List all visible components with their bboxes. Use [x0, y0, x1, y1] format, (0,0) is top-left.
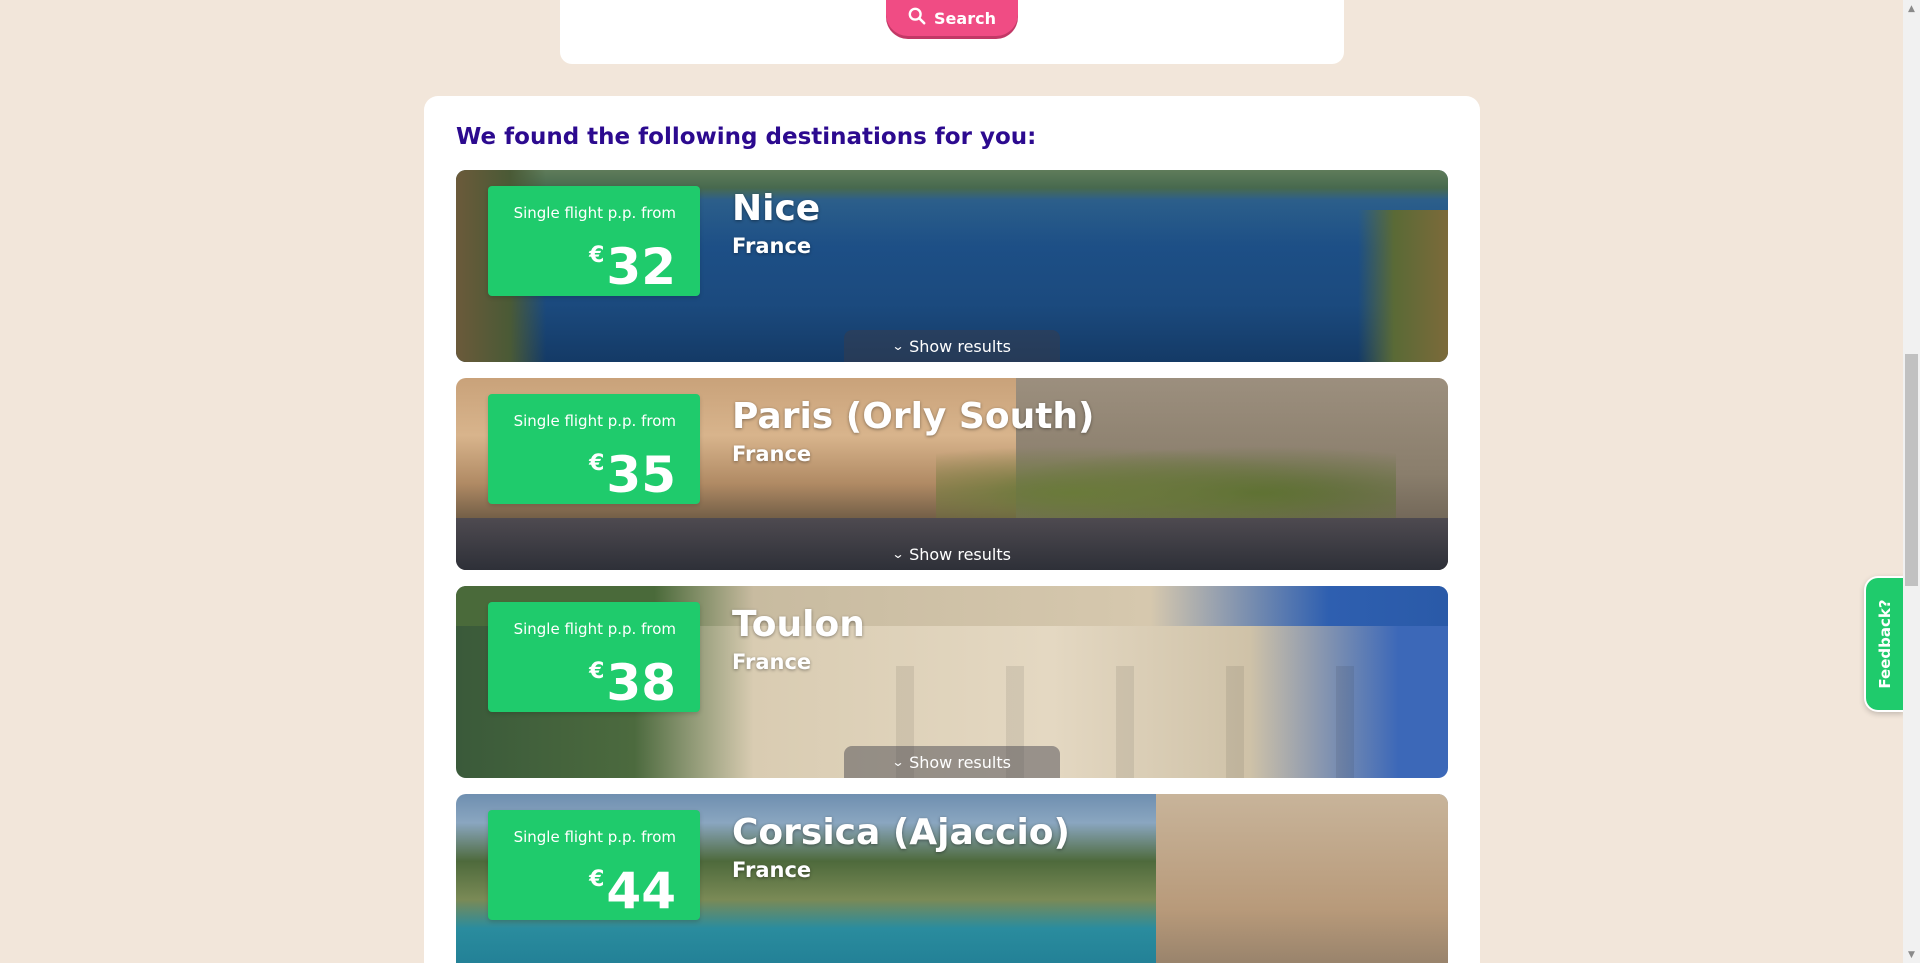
price-value: €32: [589, 238, 676, 296]
destination-country: France: [732, 858, 812, 882]
chevron-down-icon: ⌄: [891, 339, 905, 353]
destination-city: Nice: [732, 188, 821, 229]
price-badge: Single flight p.p. from €32: [488, 186, 700, 296]
price-badge: Single flight p.p. from €44: [488, 810, 700, 920]
chevron-down-icon: ⌄: [891, 547, 905, 561]
destination-city: Corsica (Ajaccio): [732, 812, 1070, 853]
destination-city: Toulon: [732, 604, 865, 645]
scroll-down-icon[interactable]: ▼: [1903, 946, 1920, 963]
search-button[interactable]: Search: [886, 0, 1018, 36]
destination-country: France: [732, 650, 812, 674]
show-results-button[interactable]: ⌄ Show results: [844, 538, 1060, 570]
price-badge: Single flight p.p. from €38: [488, 602, 700, 712]
search-button-label: Search: [934, 8, 996, 28]
destination-card-toulon[interactable]: Single flight p.p. from €38 Toulon Franc…: [456, 586, 1448, 778]
feedback-tab[interactable]: Feedback?: [1864, 576, 1904, 712]
scroll-up-icon[interactable]: ▲: [1903, 0, 1920, 17]
feedback-label: Feedback?: [1876, 599, 1894, 689]
destination-card-nice[interactable]: Single flight p.p. from €32 Nice France …: [456, 170, 1448, 362]
destination-card-corsica[interactable]: Single flight p.p. from €44 Corsica (Aja…: [456, 794, 1448, 963]
price-label: Single flight p.p. from: [513, 620, 676, 638]
price-badge: Single flight p.p. from €35: [488, 394, 700, 504]
price-value: €35: [589, 446, 676, 504]
price-label: Single flight p.p. from: [513, 412, 676, 430]
destination-card-paris[interactable]: Single flight p.p. from €35 Paris (Orly …: [456, 378, 1448, 570]
results-title: We found the following destinations for …: [456, 124, 1037, 150]
scrollbar[interactable]: ▲ ▼: [1903, 0, 1920, 963]
price-label: Single flight p.p. from: [513, 828, 676, 846]
price-label: Single flight p.p. from: [513, 204, 676, 222]
show-results-button[interactable]: ⌄ Show results: [844, 746, 1060, 778]
price-value: €44: [589, 862, 676, 920]
destination-country: France: [732, 234, 812, 258]
search-icon: [908, 7, 926, 29]
chevron-down-icon: ⌄: [891, 755, 905, 769]
destination-city: Paris (Orly South): [732, 396, 1095, 437]
scroll-thumb[interactable]: [1905, 354, 1918, 586]
price-value: €38: [589, 654, 676, 712]
show-results-button[interactable]: ⌄ Show results: [844, 330, 1060, 362]
destination-country: France: [732, 442, 812, 466]
